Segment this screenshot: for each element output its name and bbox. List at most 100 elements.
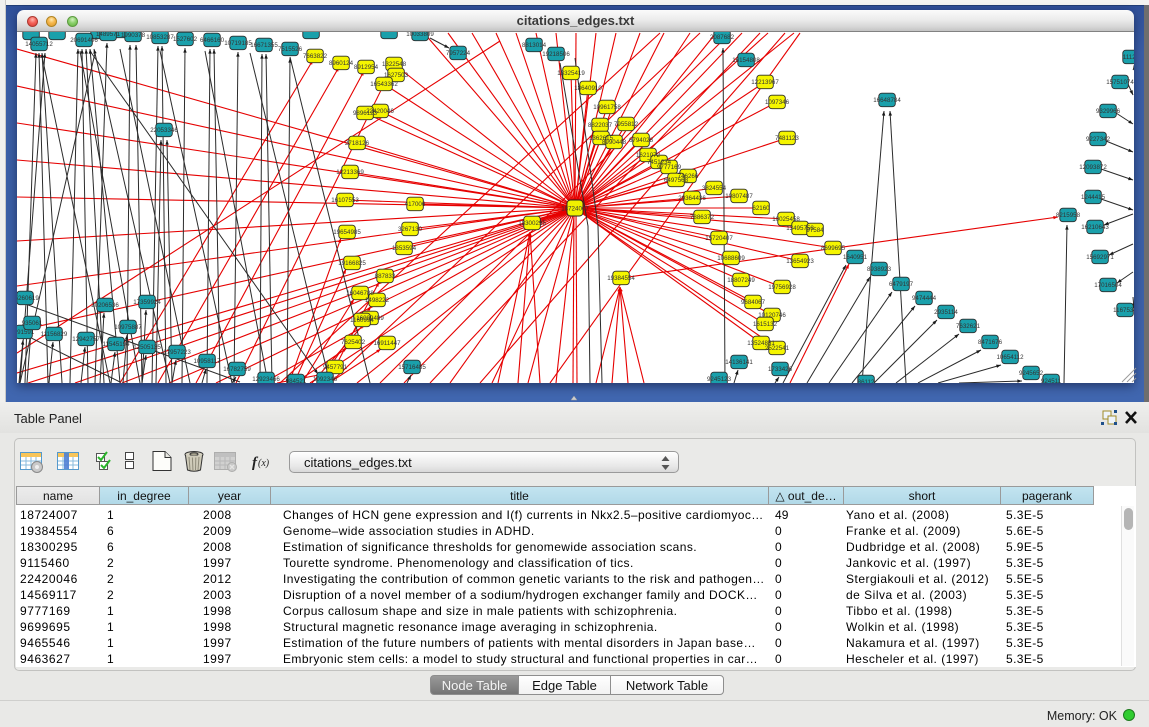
svg-text:8960124: 8960124 — [329, 60, 354, 67]
svg-text:18807249: 18807249 — [727, 277, 755, 284]
svg-text:12213967: 12213967 — [751, 79, 779, 86]
svg-text:16046788: 16046788 — [346, 290, 374, 297]
svg-text:22053346: 22053346 — [150, 127, 178, 134]
svg-text:1615132: 1615132 — [753, 321, 778, 328]
svg-text:19166825: 19166825 — [338, 260, 366, 267]
svg-text:13654923: 13654923 — [786, 258, 814, 265]
svg-text:12093872: 12093872 — [1079, 164, 1107, 171]
svg-text:10033809: 10033809 — [406, 32, 434, 38]
svg-text:8471676: 8471676 — [978, 339, 1003, 346]
svg-text:417006: 417006 — [405, 201, 426, 208]
svg-text:10688609: 10688609 — [717, 255, 745, 262]
svg-text:16210643: 16210643 — [1081, 224, 1109, 231]
svg-text:2087682: 2087682 — [710, 34, 735, 41]
svg-text:18300295: 18300295 — [518, 220, 546, 227]
svg-text:7955812: 7955812 — [614, 121, 639, 128]
svg-text:8990448: 8990448 — [602, 139, 627, 146]
svg-text:8822037: 8822037 — [588, 122, 613, 129]
svg-text:15692971: 15692971 — [1086, 254, 1114, 261]
svg-text:1627503: 1627503 — [384, 72, 409, 79]
svg-text:19218506: 19218506 — [542, 51, 570, 58]
svg-text:97584: 97584 — [806, 227, 824, 234]
svg-text:1489571: 1489571 — [96, 32, 121, 38]
svg-text:10025458: 10025458 — [772, 216, 800, 223]
svg-text:14136141: 14136141 — [725, 359, 753, 366]
svg-text:391591: 391591 — [17, 329, 35, 336]
svg-text:6497568: 6497568 — [664, 177, 689, 184]
svg-text:7886372: 7886372 — [690, 214, 715, 221]
svg-text:8813014: 8813014 — [522, 42, 547, 49]
svg-text:3267130: 3267130 — [398, 226, 423, 233]
svg-text:8912954: 8912954 — [354, 64, 379, 71]
svg-text:6794028: 6794028 — [629, 137, 654, 144]
svg-text:9227342: 9227342 — [1086, 136, 1111, 143]
svg-text:10654112: 10654112 — [996, 354, 1024, 361]
svg-text:1092346: 1092346 — [313, 376, 338, 383]
svg-text:6466160: 6466160 — [200, 37, 225, 44]
svg-text:18724007: 18724007 — [561, 206, 589, 213]
svg-text:7515526: 7515526 — [278, 46, 303, 53]
svg-text:1621072: 1621072 — [636, 152, 661, 159]
svg-text:8938923: 8938923 — [867, 266, 892, 273]
svg-text:9777169: 9777169 — [657, 164, 682, 171]
svg-text:984521: 984521 — [286, 378, 307, 383]
svg-text:10719185: 10719185 — [224, 40, 252, 47]
svg-text:9329966: 9329966 — [1096, 108, 1121, 115]
svg-text:7625402: 7625402 — [341, 339, 366, 346]
svg-text:1322548: 1322548 — [382, 61, 407, 68]
svg-text:12213369: 12213369 — [336, 169, 364, 176]
svg-text:16911447: 16911447 — [373, 340, 401, 347]
svg-text:17359924: 17359924 — [133, 299, 161, 306]
svg-text:11123: 11123 — [1123, 54, 1134, 61]
svg-text:2718126: 2718126 — [345, 140, 370, 147]
svg-text:10975887: 10975887 — [114, 324, 142, 331]
svg-text:15720407: 15720407 — [705, 235, 733, 242]
svg-text:9896123: 9896123 — [353, 110, 378, 117]
svg-text:1167534: 1167534 — [1113, 307, 1134, 314]
svg-text:12505135: 12505135 — [133, 344, 161, 351]
svg-text:10120746: 10120746 — [758, 312, 786, 319]
svg-text:1160994: 1160994 — [350, 317, 374, 324]
svg-text:14055712: 14055712 — [25, 41, 53, 48]
svg-text:7481123: 7481123 — [775, 135, 799, 142]
svg-text:1527602: 1527602 — [173, 36, 198, 43]
svg-text:887833: 887833 — [375, 273, 396, 280]
svg-text:1640951: 1640951 — [843, 254, 868, 261]
svg-text:11156829: 11156829 — [41, 331, 68, 338]
svg-text:16648784: 16648784 — [873, 97, 901, 104]
svg-text:16671355: 16671355 — [250, 42, 278, 49]
svg-text:17016504: 17016504 — [1094, 282, 1122, 289]
svg-text:13325419: 13325419 — [557, 70, 585, 77]
svg-text:7632621: 7632621 — [956, 323, 981, 330]
svg-text:7957224: 7957224 — [446, 50, 471, 57]
svg-text:10807487: 10807487 — [725, 193, 753, 200]
svg-text:19756928: 19756928 — [768, 284, 796, 291]
svg-text:12942757: 12942757 — [72, 336, 100, 343]
svg-text:9474444: 9474444 — [912, 295, 937, 302]
svg-text:3824554: 3824554 — [702, 185, 727, 192]
svg-text:15716485: 15716485 — [398, 364, 426, 371]
svg-text:1244415: 1244415 — [1081, 194, 1106, 201]
svg-text:15751074: 15751074 — [1106, 79, 1134, 86]
svg-text:17957223: 17957223 — [163, 349, 191, 356]
svg-text:6479197: 6479197 — [889, 281, 914, 288]
svg-text:11545194: 11545194 — [102, 341, 130, 348]
svg-text:924511: 924511 — [1041, 378, 1062, 383]
svg-text:1498222: 1498222 — [365, 297, 390, 304]
svg-text:25260619: 25260619 — [17, 295, 39, 302]
svg-text:7663822: 7663822 — [303, 53, 328, 60]
svg-text:16107553: 16107553 — [331, 197, 359, 204]
svg-text:2522541: 2522541 — [765, 345, 790, 352]
svg-text:935061: 935061 — [22, 320, 43, 327]
svg-text:20691406: 20691406 — [70, 37, 98, 44]
svg-text:9245652: 9245652 — [1019, 370, 1044, 377]
svg-text:19384554: 19384554 — [607, 275, 635, 282]
svg-text:16154808: 16154808 — [732, 57, 760, 64]
svg-text:10958117: 10958117 — [193, 358, 221, 365]
svg-text:12923466: 12923466 — [252, 376, 280, 383]
svg-text:20364436: 20364436 — [678, 195, 706, 202]
svg-text:19654985: 19654985 — [333, 229, 361, 236]
svg-text:1353594: 1353594 — [392, 245, 417, 252]
svg-text:18640910: 18640910 — [574, 85, 602, 92]
svg-text:8215958: 8215958 — [1056, 212, 1081, 219]
